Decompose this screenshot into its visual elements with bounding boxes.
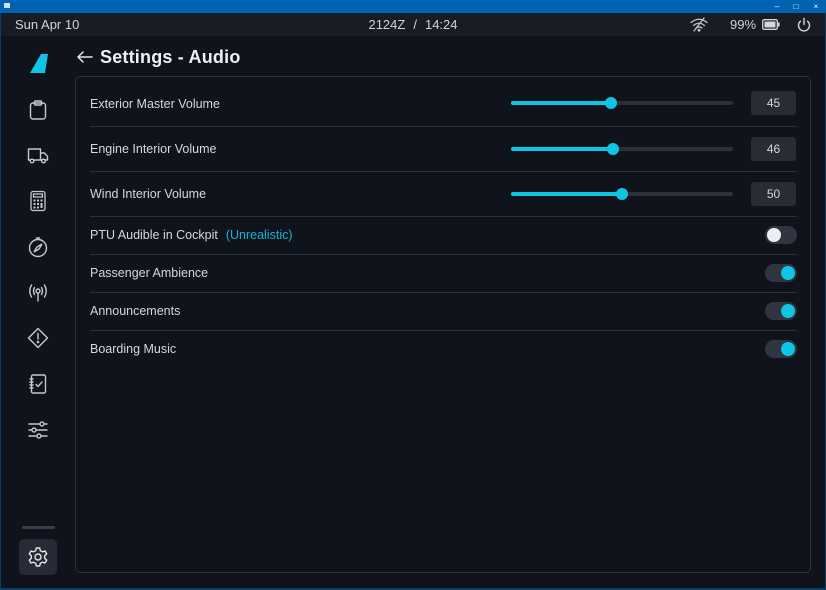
boarding-music-toggle[interactable] xyxy=(765,340,797,358)
battery-icon xyxy=(762,19,780,30)
compass-icon xyxy=(28,237,48,258)
window-titlebar: – □ × xyxy=(0,0,826,13)
sidebar xyxy=(1,36,74,587)
engine-interior-volume-slider[interactable] xyxy=(511,143,733,155)
slider-thumb[interactable] xyxy=(607,143,620,155)
sidebar-item-settings[interactable] xyxy=(19,539,57,575)
checklist-icon xyxy=(29,374,47,394)
slider-fill xyxy=(511,101,611,105)
clipboard-icon xyxy=(29,100,47,120)
slider-fill xyxy=(511,147,614,151)
settings-panel: Exterior Master Volume 45 Engine Interio… xyxy=(75,76,811,573)
setting-label: Announcements xyxy=(90,304,181,318)
sidebar-item-failures[interactable] xyxy=(19,320,57,356)
sidebar-divider xyxy=(22,526,55,529)
sidebar-item-presets[interactable] xyxy=(19,412,57,448)
setting-label: Wind Interior Volume xyxy=(90,187,207,201)
battery-percent: 99% xyxy=(730,17,757,32)
zulu-time: 2124Z xyxy=(368,17,406,32)
maximize-button[interactable]: □ xyxy=(786,0,806,13)
wifi-off-icon xyxy=(690,17,708,32)
setting-label: PTU Audible in Cockpit (Unrealistic) xyxy=(90,228,293,242)
sidebar-item-atc[interactable] xyxy=(19,275,57,311)
toggle-knob xyxy=(767,228,781,242)
slider-thumb[interactable] xyxy=(616,188,628,200)
setting-label: Boarding Music xyxy=(90,342,177,356)
passenger-ambience-toggle[interactable] xyxy=(765,264,797,282)
sidebar-item-ground[interactable] xyxy=(19,137,57,173)
toggle-knob xyxy=(781,266,795,280)
antenna-icon xyxy=(29,284,47,302)
setting-row-announcements: Announcements xyxy=(90,293,797,331)
setting-row-passenger-ambience: Passenger Ambience xyxy=(90,255,797,293)
app-icon xyxy=(4,3,10,8)
sidebar-item-performance[interactable] xyxy=(19,183,57,219)
slider-thumb[interactable] xyxy=(604,97,617,109)
exterior-master-volume-value[interactable]: 45 xyxy=(751,91,796,115)
setting-row-ptu-audible: PTU Audible in Cockpit (Unrealistic) xyxy=(90,217,797,255)
wind-interior-volume-slider[interactable] xyxy=(511,188,733,200)
setting-row-wind-interior-volume: Wind Interior Volume 50 xyxy=(90,172,797,217)
minimize-button[interactable]: – xyxy=(767,0,787,13)
toggle-knob xyxy=(781,304,795,318)
tail-logo-icon xyxy=(30,54,48,73)
page-title: Settings - Audio xyxy=(100,46,241,67)
gear-icon xyxy=(28,547,48,567)
unrealistic-note: (Unrealistic) xyxy=(225,228,293,242)
page-header: Settings - Audio xyxy=(76,44,241,70)
arrow-left-icon[interactable] xyxy=(76,50,94,64)
local-time: 14:24 xyxy=(424,17,458,32)
setting-row-engine-interior-volume: Engine Interior Volume 46 xyxy=(90,127,797,172)
setting-row-boarding-music: Boarding Music xyxy=(90,331,797,368)
slider-fill xyxy=(511,192,622,196)
sidebar-item-navigation[interactable] xyxy=(19,229,57,265)
power-icon[interactable] xyxy=(796,17,812,33)
toggle-knob xyxy=(781,342,795,356)
status-bar: Sun Apr 10 2124Z/14:24 99% xyxy=(1,13,825,36)
calculator-icon xyxy=(30,190,46,212)
time-separator: / xyxy=(413,17,417,32)
exterior-master-volume-slider[interactable] xyxy=(511,97,733,109)
engine-interior-volume-value[interactable]: 46 xyxy=(751,137,796,161)
announcements-toggle[interactable] xyxy=(765,302,797,320)
setting-label: Engine Interior Volume xyxy=(90,142,217,156)
close-button[interactable]: × xyxy=(806,0,826,13)
sidebar-item-checklists[interactable] xyxy=(19,366,57,402)
setting-label: Exterior Master Volume xyxy=(90,97,220,111)
sliders-icon xyxy=(28,421,48,439)
sidebar-item-clipboard[interactable] xyxy=(19,92,57,128)
wind-interior-volume-value[interactable]: 50 xyxy=(751,182,796,206)
setting-label-text: PTU Audible in Cockpit xyxy=(90,228,218,242)
setting-row-exterior-master-volume: Exterior Master Volume 45 xyxy=(90,77,797,127)
setting-label: Passenger Ambience xyxy=(90,266,209,280)
warning-icon xyxy=(27,327,49,349)
ptu-audible-toggle[interactable] xyxy=(765,226,797,244)
truck-icon xyxy=(27,148,49,164)
